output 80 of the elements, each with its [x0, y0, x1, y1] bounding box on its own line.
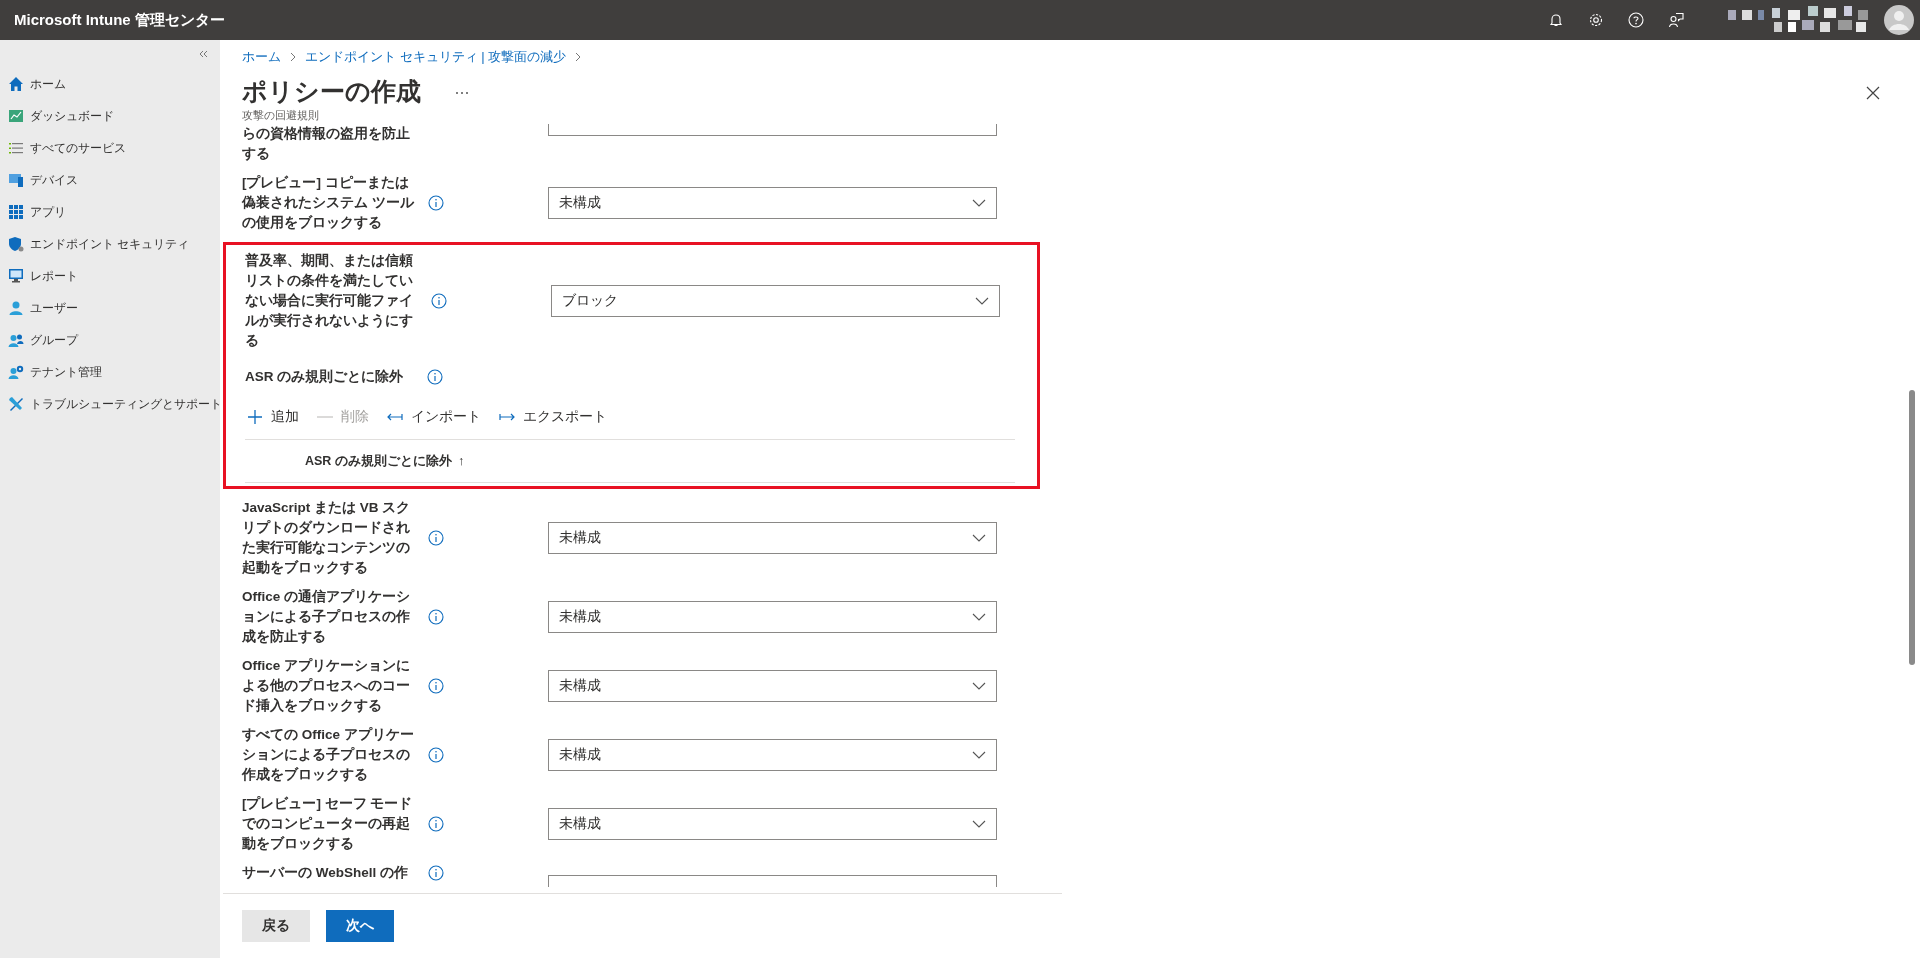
avatar-icon[interactable] [1884, 5, 1914, 35]
shield-icon [8, 236, 24, 252]
plus-icon [247, 409, 263, 425]
setting-label: サーバーの WebShell の作 [242, 864, 409, 882]
setting-label: [プレビュー] セーフ モードでのコンピューターの再起動をブロックする [242, 795, 414, 853]
toolbar-button[interactable]: 追加 [245, 408, 301, 426]
page-title: ポリシーの作成 [242, 76, 421, 107]
dropdown-field[interactable]: ブロック [551, 285, 1000, 317]
nav-item[interactable]: デバイス [0, 164, 220, 196]
chevron-down-icon [972, 682, 986, 690]
info-icon[interactable] [428, 195, 444, 211]
minus-icon [317, 416, 333, 418]
chevron-down-icon [972, 534, 986, 542]
grid-icon [8, 204, 24, 220]
setting-label: JavaScript または VB スクリプトのダウンロードされた実行可能なコンテンツの起動をブロックする [242, 499, 412, 577]
dropdown-field[interactable]: 未構成 [548, 601, 997, 633]
chevron-right-icon [575, 52, 582, 62]
dropdown-field[interactable]: 未構成 [548, 739, 997, 771]
dropdown-field[interactable]: 未構成 [548, 670, 997, 702]
people-icon [8, 332, 24, 348]
collapse-icon[interactable] [198, 50, 208, 58]
toolbar-button[interactable]: インポート [385, 408, 483, 426]
info-icon[interactable] [428, 865, 444, 881]
dropdown-field[interactable]: 未構成 [548, 522, 997, 554]
dropdown-field[interactable]: 未構成 [548, 187, 997, 219]
app-title: Microsoft Intune 管理センター [14, 10, 225, 30]
bell-icon[interactable] [1548, 12, 1564, 28]
house-icon [8, 76, 24, 92]
more-icon[interactable] [455, 91, 469, 95]
nav-item[interactable]: ユーザー [0, 292, 220, 324]
setting-label: Office アプリケーションによる他のプロセスへのコード挿入をブロックする [242, 657, 411, 715]
chevron-right-icon [290, 52, 296, 62]
breadcrumb-link[interactable]: ホーム [242, 48, 281, 66]
back-button[interactable]: 戻る [242, 910, 310, 942]
person-gear-icon [8, 364, 24, 380]
breadcrumb-link[interactable]: エンドポイント セキュリティ | 攻撃面の減少 [305, 48, 567, 66]
sort-arrow: ↑ [457, 454, 465, 468]
chart-icon [8, 108, 24, 124]
info-icon[interactable] [428, 747, 444, 763]
chevron-down-icon [972, 751, 986, 759]
nav-item[interactable]: エンドポイント セキュリティ [0, 228, 220, 260]
dropdown-field[interactable] [548, 875, 997, 887]
next-button[interactable]: 次へ [326, 910, 394, 942]
nav-item[interactable]: トラブルシューティングとサポート [0, 388, 220, 420]
nav-item[interactable]: ホーム [0, 68, 220, 100]
list-icon [8, 140, 24, 156]
setting-label: Office の通信アプリケーションによる子プロセスの作成を防止する [242, 588, 411, 646]
close-icon[interactable] [1866, 86, 1880, 100]
setting-label: [プレビュー] コピーまたは偽装されたシステム ツールの使用をブロックする [242, 174, 414, 232]
nav-item[interactable]: テナント管理 [0, 356, 220, 388]
settings-icon[interactable] [1588, 12, 1604, 28]
setting-label: らの資格情報の盗用を防止する [242, 125, 411, 163]
nav-item[interactable]: すべてのサービス [0, 132, 220, 164]
dropdown-field[interactable] [548, 124, 997, 136]
info-icon[interactable] [427, 369, 444, 385]
chevron-down-icon [972, 199, 986, 207]
setting-label: すべての Office アプリケーションによる子プロセスの作成をブロックする [242, 726, 414, 784]
person-icon [8, 300, 24, 316]
chevron-down-icon [975, 297, 989, 305]
info-icon[interactable] [428, 530, 444, 546]
toolbar-button[interactable]: エクスポート [497, 408, 609, 426]
chevron-down-icon [972, 613, 986, 621]
column-header[interactable]: ASR のみ規則ごとに除外 [305, 452, 452, 470]
page-subtitle: 攻撃の回避規則 [242, 108, 320, 122]
chevron-down-icon [972, 820, 986, 828]
monitor-icon [8, 268, 24, 284]
nav-item[interactable]: グループ [0, 324, 220, 356]
info-icon[interactable] [428, 816, 444, 832]
nav-item[interactable]: ダッシュボード [0, 100, 220, 132]
info-icon[interactable] [431, 293, 447, 309]
feedback-icon[interactable] [1668, 12, 1684, 28]
nav-item[interactable]: アプリ [0, 196, 220, 228]
info-icon[interactable] [428, 678, 444, 694]
help-icon[interactable] [1628, 12, 1644, 28]
info-icon[interactable] [428, 609, 444, 625]
monitor-icon [8, 172, 24, 188]
nav-item[interactable]: レポート [0, 260, 220, 292]
setting-label: ASR のみ規則ごとに除外 [245, 368, 404, 386]
setting-label: 普及率、期間、または信頼リストの条件を満たしていない場合に実行可能ファイルが実行されないようにする [245, 251, 414, 350]
dropdown-field[interactable]: 未構成 [548, 808, 997, 840]
